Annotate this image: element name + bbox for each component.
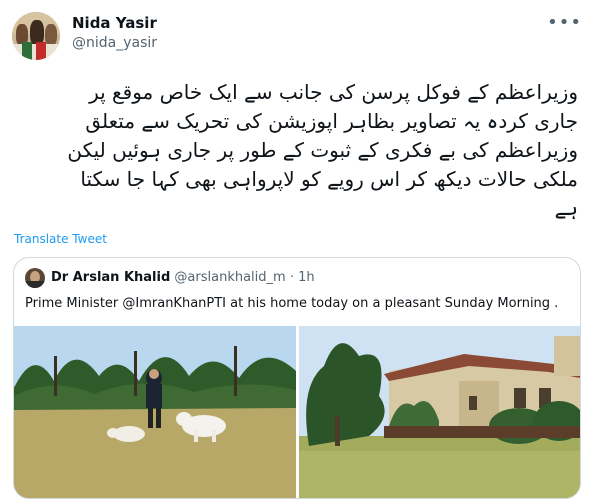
more-options-icon[interactable]: ••• [547,12,582,33]
quoted-tweet-header: Dr Arslan Khalid @arslankhalid_m · 1h [51,270,315,285]
author-avatar[interactable] [12,12,60,60]
translate-tweet-link[interactable]: Translate Tweet [14,232,107,246]
quoted-author-avatar[interactable] [25,268,45,288]
quoted-author-name[interactable]: Dr Arslan Khalid [51,270,170,285]
author-handle[interactable]: @nida_yasir [72,35,157,51]
quoted-author-handle[interactable]: @arslankhalid_m · 1h [174,270,314,285]
tweet-text-line: ہے [554,196,578,220]
quoted-tweet-text: Prime Minister @ImranKhanPTI at his home… [25,296,559,311]
tweet-text-line: وزیراعظم کے فوکل پرسن کی جانب سے ایک خاص… [89,80,578,104]
tweet-text-line: وزیراعظم کی بے فکری کے ثبوت کے طور پر جا… [67,138,578,162]
tweet-text-line: ملکی حالات دیکھ کر اس رویے کو لاپرواہی ب… [80,167,578,191]
tweet-text-line: جاری کردہ یہ تصاویر بظاہر اپوزیشن کی تحر… [85,109,578,133]
author-name[interactable]: Nida Yasir [72,14,157,32]
tweet-card: Nida Yasir @nida_yasir ••• وزیراعظم کے ف… [0,0,596,499]
quoted-photo-house[interactable] [299,326,580,498]
quoted-tweet[interactable]: Dr Arslan Khalid @arslankhalid_m · 1h Pr… [13,257,581,499]
quoted-photo-lawn-dogs[interactable] [14,326,296,498]
tweet-text: وزیراعظم کے فوکل پرسن کی جانب سے ایک خاص… [16,78,578,223]
